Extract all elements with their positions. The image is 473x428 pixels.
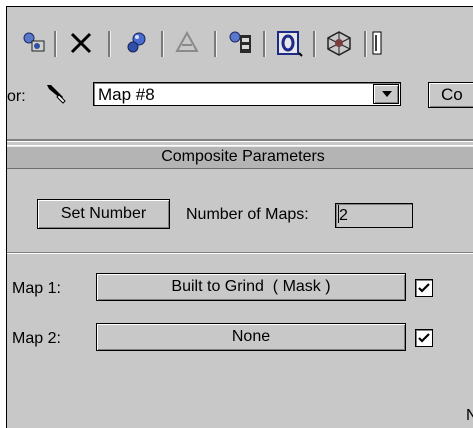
- material-editor-panel: or: Map #8 Co Composite Parameters Set N…: [0, 0, 473, 428]
- show-map-in-viewport-icon: [175, 30, 199, 52]
- eyedropper-icon[interactable]: [43, 81, 69, 107]
- set-number-button[interactable]: Set Number: [37, 199, 170, 229]
- toolbar-separator: [54, 31, 57, 57]
- material-name-row: or: Map #8 Co: [7, 71, 473, 113]
- material-name-text: Map #8: [98, 85, 155, 104]
- toolbar-separator: [214, 31, 217, 57]
- map-1-label: Map 1:: [12, 280, 61, 297]
- toolbar-separator: [161, 31, 164, 57]
- toolbar-separator: [364, 31, 367, 57]
- checkmark-icon: [418, 283, 430, 293]
- material-dropdown-button[interactable]: [373, 84, 399, 104]
- material-editor-toolbar: [7, 7, 473, 71]
- toolbar-separator: [108, 31, 111, 57]
- cut-off-label: N: [466, 407, 473, 424]
- number-of-maps-field[interactable]: 2: [335, 203, 413, 228]
- get-material-icon[interactable]: [20, 29, 48, 57]
- window-edge-left-line: [6, 6, 7, 428]
- toolbar-separator: [263, 31, 266, 57]
- go-to-parent-icon[interactable]: [372, 29, 382, 57]
- map-1-enable-checkbox[interactable]: [415, 279, 433, 297]
- map-2-enable-checkbox[interactable]: [415, 329, 433, 347]
- rollout-title[interactable]: Composite Parameters: [7, 145, 473, 169]
- material-type-button[interactable]: Co: [428, 82, 473, 108]
- material-name-field[interactable]: Map #8: [93, 82, 401, 106]
- map-2-button[interactable]: None: [96, 323, 406, 351]
- put-to-library-icon[interactable]: [227, 29, 255, 57]
- number-of-maps-label: Number of Maps:: [186, 206, 309, 223]
- toolbar-separator: [313, 31, 316, 57]
- pick-label: or:: [7, 88, 26, 105]
- checkmark-icon: [418, 333, 430, 343]
- window-edge-top-line: [0, 6, 473, 7]
- number-of-maps-value: 2: [339, 207, 348, 224]
- divider: [7, 139, 473, 142]
- divider: [7, 252, 473, 254]
- delete-icon[interactable]: [67, 29, 95, 57]
- map-2-label: Map 2:: [12, 330, 61, 347]
- map-1-button[interactable]: Built to Grind ( Mask ): [96, 273, 406, 301]
- show-end-result-icon[interactable]: [325, 29, 353, 57]
- material-id-channel-icon[interactable]: [275, 29, 303, 57]
- assign-material-icon[interactable]: [123, 29, 151, 57]
